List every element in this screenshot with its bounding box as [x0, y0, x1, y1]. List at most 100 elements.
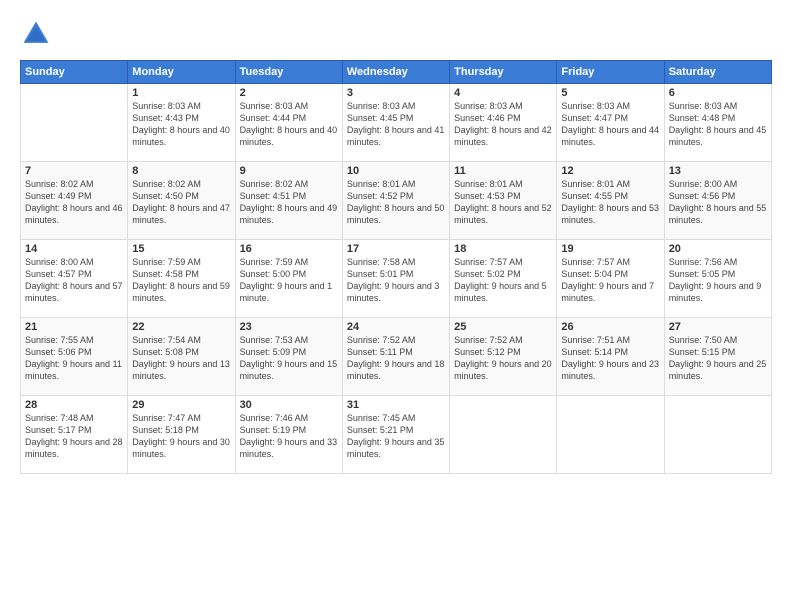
day-number: 14 [25, 243, 123, 255]
day-number: 10 [347, 165, 445, 177]
day-cell: 20 Sunrise: 7:56 AMSunset: 5:05 PMDaylig… [664, 240, 771, 318]
day-info: Sunrise: 8:03 AMSunset: 4:48 PMDaylight:… [669, 100, 767, 149]
day-info: Sunrise: 7:46 AMSunset: 5:19 PMDaylight:… [240, 412, 338, 461]
day-info: Sunrise: 8:03 AMSunset: 4:47 PMDaylight:… [561, 100, 659, 149]
day-info: Sunrise: 7:57 AMSunset: 5:04 PMDaylight:… [561, 256, 659, 305]
day-cell: 1 Sunrise: 8:03 AMSunset: 4:43 PMDayligh… [128, 84, 235, 162]
day-cell [664, 396, 771, 474]
day-info: Sunrise: 8:02 AMSunset: 4:50 PMDaylight:… [132, 178, 230, 227]
day-cell: 23 Sunrise: 7:53 AMSunset: 5:09 PMDaylig… [235, 318, 342, 396]
day-number: 13 [669, 165, 767, 177]
day-number: 23 [240, 321, 338, 333]
day-number: 11 [454, 165, 552, 177]
day-info: Sunrise: 7:51 AMSunset: 5:14 PMDaylight:… [561, 334, 659, 383]
day-cell [450, 396, 557, 474]
day-cell: 4 Sunrise: 8:03 AMSunset: 4:46 PMDayligh… [450, 84, 557, 162]
day-info: Sunrise: 7:53 AMSunset: 5:09 PMDaylight:… [240, 334, 338, 383]
day-cell: 5 Sunrise: 8:03 AMSunset: 4:47 PMDayligh… [557, 84, 664, 162]
day-info: Sunrise: 8:03 AMSunset: 4:46 PMDaylight:… [454, 100, 552, 149]
weekday-header-monday: Monday [128, 61, 235, 84]
day-number: 29 [132, 399, 230, 411]
day-cell: 7 Sunrise: 8:02 AMSunset: 4:49 PMDayligh… [21, 162, 128, 240]
day-info: Sunrise: 7:48 AMSunset: 5:17 PMDaylight:… [25, 412, 123, 461]
day-cell: 8 Sunrise: 8:02 AMSunset: 4:50 PMDayligh… [128, 162, 235, 240]
day-info: Sunrise: 7:59 AMSunset: 4:58 PMDaylight:… [132, 256, 230, 305]
day-cell: 27 Sunrise: 7:50 AMSunset: 5:15 PMDaylig… [664, 318, 771, 396]
day-cell [21, 84, 128, 162]
weekday-header-sunday: Sunday [21, 61, 128, 84]
weekday-header-row: SundayMondayTuesdayWednesdayThursdayFrid… [21, 61, 772, 84]
day-number: 18 [454, 243, 552, 255]
day-cell: 11 Sunrise: 8:01 AMSunset: 4:53 PMDaylig… [450, 162, 557, 240]
day-cell: 21 Sunrise: 7:55 AMSunset: 5:06 PMDaylig… [21, 318, 128, 396]
day-cell: 15 Sunrise: 7:59 AMSunset: 4:58 PMDaylig… [128, 240, 235, 318]
day-info: Sunrise: 7:45 AMSunset: 5:21 PMDaylight:… [347, 412, 445, 461]
week-row-4: 21 Sunrise: 7:55 AMSunset: 5:06 PMDaylig… [21, 318, 772, 396]
day-cell: 18 Sunrise: 7:57 AMSunset: 5:02 PMDaylig… [450, 240, 557, 318]
day-number: 27 [669, 321, 767, 333]
day-info: Sunrise: 7:47 AMSunset: 5:18 PMDaylight:… [132, 412, 230, 461]
day-number: 25 [454, 321, 552, 333]
day-cell: 25 Sunrise: 7:52 AMSunset: 5:12 PMDaylig… [450, 318, 557, 396]
week-row-1: 1 Sunrise: 8:03 AMSunset: 4:43 PMDayligh… [21, 84, 772, 162]
day-number: 8 [132, 165, 230, 177]
day-number: 4 [454, 87, 552, 99]
day-cell: 9 Sunrise: 8:02 AMSunset: 4:51 PMDayligh… [235, 162, 342, 240]
day-info: Sunrise: 8:00 AMSunset: 4:57 PMDaylight:… [25, 256, 123, 305]
day-number: 9 [240, 165, 338, 177]
day-info: Sunrise: 8:03 AMSunset: 4:44 PMDaylight:… [240, 100, 338, 149]
day-number: 22 [132, 321, 230, 333]
day-number: 17 [347, 243, 445, 255]
day-cell: 29 Sunrise: 7:47 AMSunset: 5:18 PMDaylig… [128, 396, 235, 474]
day-info: Sunrise: 7:56 AMSunset: 5:05 PMDaylight:… [669, 256, 767, 305]
week-row-3: 14 Sunrise: 8:00 AMSunset: 4:57 PMDaylig… [21, 240, 772, 318]
weekday-header-wednesday: Wednesday [342, 61, 449, 84]
day-info: Sunrise: 8:02 AMSunset: 4:51 PMDaylight:… [240, 178, 338, 227]
day-number: 2 [240, 87, 338, 99]
day-cell: 31 Sunrise: 7:45 AMSunset: 5:21 PMDaylig… [342, 396, 449, 474]
day-info: Sunrise: 8:02 AMSunset: 4:49 PMDaylight:… [25, 178, 123, 227]
day-number: 19 [561, 243, 659, 255]
day-info: Sunrise: 8:00 AMSunset: 4:56 PMDaylight:… [669, 178, 767, 227]
day-cell: 14 Sunrise: 8:00 AMSunset: 4:57 PMDaylig… [21, 240, 128, 318]
day-info: Sunrise: 7:55 AMSunset: 5:06 PMDaylight:… [25, 334, 123, 383]
page: SundayMondayTuesdayWednesdayThursdayFrid… [0, 0, 792, 612]
day-cell: 3 Sunrise: 8:03 AMSunset: 4:45 PMDayligh… [342, 84, 449, 162]
day-number: 30 [240, 399, 338, 411]
day-number: 16 [240, 243, 338, 255]
day-number: 1 [132, 87, 230, 99]
day-number: 31 [347, 399, 445, 411]
day-info: Sunrise: 8:01 AMSunset: 4:52 PMDaylight:… [347, 178, 445, 227]
day-cell: 24 Sunrise: 7:52 AMSunset: 5:11 PMDaylig… [342, 318, 449, 396]
day-info: Sunrise: 7:54 AMSunset: 5:08 PMDaylight:… [132, 334, 230, 383]
day-number: 15 [132, 243, 230, 255]
day-cell: 17 Sunrise: 7:58 AMSunset: 5:01 PMDaylig… [342, 240, 449, 318]
day-info: Sunrise: 7:57 AMSunset: 5:02 PMDaylight:… [454, 256, 552, 305]
day-cell: 12 Sunrise: 8:01 AMSunset: 4:55 PMDaylig… [557, 162, 664, 240]
day-cell: 19 Sunrise: 7:57 AMSunset: 5:04 PMDaylig… [557, 240, 664, 318]
day-cell: 2 Sunrise: 8:03 AMSunset: 4:44 PMDayligh… [235, 84, 342, 162]
day-info: Sunrise: 8:01 AMSunset: 4:53 PMDaylight:… [454, 178, 552, 227]
day-info: Sunrise: 7:52 AMSunset: 5:12 PMDaylight:… [454, 334, 552, 383]
calendar-table: SundayMondayTuesdayWednesdayThursdayFrid… [20, 60, 772, 474]
day-number: 21 [25, 321, 123, 333]
day-cell: 6 Sunrise: 8:03 AMSunset: 4:48 PMDayligh… [664, 84, 771, 162]
day-info: Sunrise: 8:01 AMSunset: 4:55 PMDaylight:… [561, 178, 659, 227]
day-info: Sunrise: 7:50 AMSunset: 5:15 PMDaylight:… [669, 334, 767, 383]
day-info: Sunrise: 7:58 AMSunset: 5:01 PMDaylight:… [347, 256, 445, 305]
logo-icon [20, 18, 52, 50]
week-row-2: 7 Sunrise: 8:02 AMSunset: 4:49 PMDayligh… [21, 162, 772, 240]
day-number: 3 [347, 87, 445, 99]
day-cell: 16 Sunrise: 7:59 AMSunset: 5:00 PMDaylig… [235, 240, 342, 318]
day-cell: 26 Sunrise: 7:51 AMSunset: 5:14 PMDaylig… [557, 318, 664, 396]
day-cell: 30 Sunrise: 7:46 AMSunset: 5:19 PMDaylig… [235, 396, 342, 474]
day-info: Sunrise: 8:03 AMSunset: 4:43 PMDaylight:… [132, 100, 230, 149]
day-number: 6 [669, 87, 767, 99]
day-cell: 22 Sunrise: 7:54 AMSunset: 5:08 PMDaylig… [128, 318, 235, 396]
header [20, 18, 772, 50]
logo [20, 18, 56, 50]
weekday-header-friday: Friday [557, 61, 664, 84]
day-info: Sunrise: 7:59 AMSunset: 5:00 PMDaylight:… [240, 256, 338, 305]
day-number: 5 [561, 87, 659, 99]
day-cell: 10 Sunrise: 8:01 AMSunset: 4:52 PMDaylig… [342, 162, 449, 240]
